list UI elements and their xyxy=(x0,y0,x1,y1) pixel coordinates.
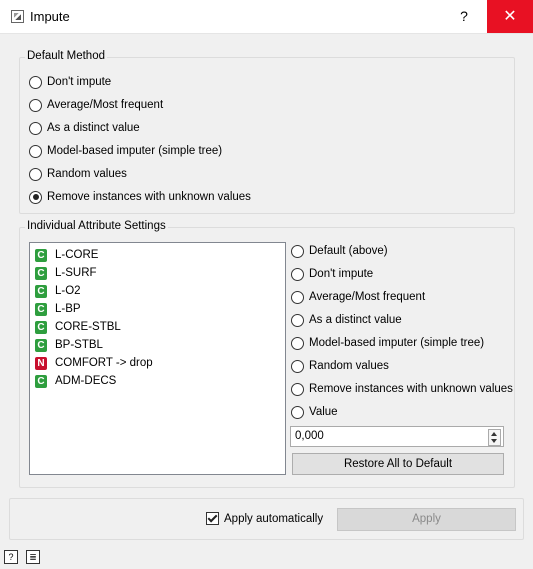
apply-automatically-label: Apply automatically xyxy=(224,512,324,525)
continuous-variable-icon: C xyxy=(35,284,47,298)
continuous-variable-icon: C xyxy=(35,266,47,280)
individual-option-random[interactable]: Random values xyxy=(291,356,513,376)
list-item-comfort[interactable]: N COMFORT -> drop xyxy=(30,354,285,372)
radio-label: Value xyxy=(309,406,338,418)
attribute-name: BP-STBL xyxy=(55,339,103,351)
continuous-variable-icon: C xyxy=(35,248,47,262)
radio-label: Model-based imputer (simple tree) xyxy=(309,337,485,349)
default-option-distinct[interactable]: As a distinct value xyxy=(29,118,251,138)
radio-button[interactable] xyxy=(291,267,304,281)
default-option-dont-impute[interactable]: Don't impute xyxy=(29,72,251,92)
continuous-variable-icon: C xyxy=(35,302,47,316)
app-icon xyxy=(11,10,24,23)
report-icon[interactable]: ≣ xyxy=(26,550,40,564)
radio-button[interactable] xyxy=(291,359,304,373)
individual-option-model-based[interactable]: Model-based imputer (simple tree) xyxy=(291,333,513,353)
default-option-model-based[interactable]: Model-based imputer (simple tree) xyxy=(29,141,251,161)
radio-button[interactable] xyxy=(291,336,304,350)
radio-button-selected[interactable] xyxy=(29,190,42,204)
list-item-l-bp[interactable]: C L-BP xyxy=(30,300,285,318)
individual-option-value[interactable]: Value xyxy=(291,402,513,422)
radio-label: Remove instances with unknown values xyxy=(47,191,251,203)
radio-button[interactable] xyxy=(291,382,304,396)
radio-label: Random values xyxy=(309,360,389,372)
help-icon[interactable]: ? xyxy=(4,550,18,564)
attribute-list[interactable]: C L-CORE C L-SURF C L-O2 C L-BP C CORE-S… xyxy=(29,242,286,475)
radio-button[interactable] xyxy=(291,313,304,327)
individual-option-dont-impute[interactable]: Don't impute xyxy=(291,264,513,284)
spin-arrows[interactable] xyxy=(488,429,501,446)
radio-button[interactable] xyxy=(29,121,42,135)
list-item-adm-decs[interactable]: C ADM-DECS xyxy=(30,372,285,390)
individual-option-default[interactable]: Default (above) xyxy=(291,241,513,261)
radio-button[interactable] xyxy=(291,290,304,304)
default-option-random[interactable]: Random values xyxy=(29,164,251,184)
default-option-average[interactable]: Average/Most frequent xyxy=(29,95,251,115)
continuous-variable-icon: C xyxy=(35,320,47,334)
radio-label: Average/Most frequent xyxy=(309,291,426,303)
spin-up-icon[interactable] xyxy=(491,432,497,436)
continuous-variable-icon: C xyxy=(35,374,47,388)
nominal-variable-icon: N xyxy=(35,356,47,370)
radio-label: Default (above) xyxy=(309,245,388,257)
radio-label: As a distinct value xyxy=(47,122,140,134)
attribute-name: ADM-DECS xyxy=(55,375,117,387)
radio-label: Remove instances with unknown values xyxy=(309,383,513,395)
help-button[interactable]: ? xyxy=(450,0,478,33)
attribute-name: CORE-STBL xyxy=(55,321,121,333)
continuous-variable-icon: C xyxy=(35,338,47,352)
list-item-l-o2[interactable]: C L-O2 xyxy=(30,282,285,300)
individual-option-average[interactable]: Average/Most frequent xyxy=(291,287,513,307)
radio-label: Average/Most frequent xyxy=(47,99,164,111)
list-item-l-core[interactable]: C L-CORE xyxy=(30,246,285,264)
radio-label: As a distinct value xyxy=(309,314,402,326)
radio-label: Random values xyxy=(47,168,127,180)
window-title: Impute xyxy=(30,9,70,24)
apply-automatically-checkbox[interactable] xyxy=(206,512,219,525)
list-item-bp-stbl[interactable]: C BP-STBL xyxy=(30,336,285,354)
value-spinbox[interactable]: 0,000 xyxy=(290,426,504,447)
attribute-name: L-BP xyxy=(55,303,81,315)
radio-label: Don't impute xyxy=(47,76,112,88)
radio-button[interactable] xyxy=(29,75,42,89)
attribute-name: L-CORE xyxy=(55,249,99,261)
close-button[interactable]: ✕ xyxy=(487,0,533,33)
restore-all-button[interactable]: Restore All to Default xyxy=(292,453,504,475)
radio-button[interactable] xyxy=(29,98,42,112)
attribute-name: L-O2 xyxy=(55,285,81,297)
default-option-remove[interactable]: Remove instances with unknown values xyxy=(29,187,251,207)
default-method-options: Don't impute Average/Most frequent As a … xyxy=(29,72,251,207)
default-method-title: Default Method xyxy=(25,50,107,62)
title-bar: Impute ? ✕ xyxy=(0,0,533,34)
attribute-name: L-SURF xyxy=(55,267,97,279)
individual-settings-title: Individual Attribute Settings xyxy=(25,220,168,232)
individual-method-options: Default (above) Don't impute Average/Mos… xyxy=(291,241,513,422)
radio-button[interactable] xyxy=(29,144,42,158)
radio-button[interactable] xyxy=(29,167,42,181)
radio-button[interactable] xyxy=(291,405,304,419)
radio-label: Model-based imputer (simple tree) xyxy=(47,145,223,157)
list-item-l-surf[interactable]: C L-SURF xyxy=(30,264,285,282)
attribute-name: COMFORT -> drop xyxy=(55,357,153,369)
value-input[interactable]: 0,000 xyxy=(295,430,324,442)
radio-label: Don't impute xyxy=(309,268,374,280)
spin-down-icon[interactable] xyxy=(491,439,497,443)
apply-automatically-checkbox-row[interactable]: Apply automatically xyxy=(206,512,323,525)
individual-option-remove[interactable]: Remove instances with unknown values xyxy=(291,379,513,399)
apply-button[interactable]: Apply xyxy=(337,508,516,531)
list-item-core-stbl[interactable]: C CORE-STBL xyxy=(30,318,285,336)
radio-button[interactable] xyxy=(291,244,304,258)
individual-option-distinct[interactable]: As a distinct value xyxy=(291,310,513,330)
